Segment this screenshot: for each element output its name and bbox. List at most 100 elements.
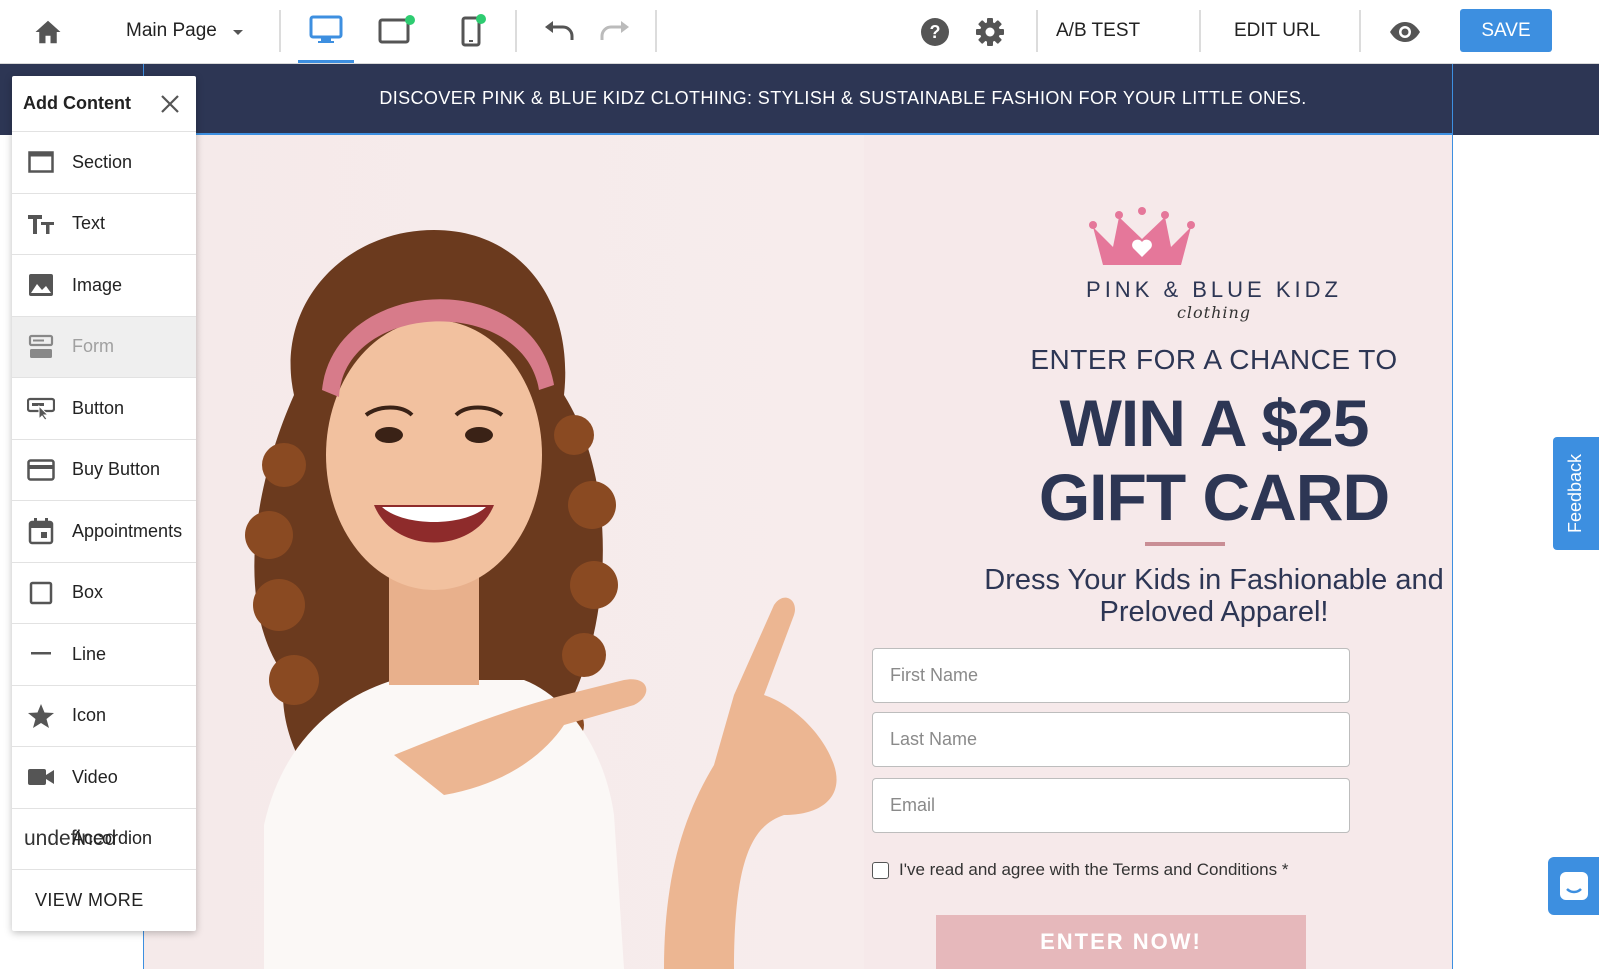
close-icon [161, 95, 179, 113]
tablet-view-button[interactable] [368, 10, 424, 50]
button-icon [27, 398, 55, 421]
panel-item-label: Text [72, 213, 106, 234]
redo-icon [600, 21, 629, 40]
brand-tagline: clothing [1176, 303, 1252, 322]
add-box-item[interactable]: Box [12, 563, 196, 624]
last-name-field[interactable]: Last Name [872, 712, 1350, 767]
toolbar-divider [1036, 10, 1038, 52]
landing-page[interactable]: DISCOVER PINK & BLUE KIDZ CLOTHING: STYL… [143, 64, 1453, 969]
add-section-item[interactable]: Section [12, 132, 196, 194]
panel-item-label: Video [72, 766, 118, 787]
eye-icon [1390, 22, 1420, 42]
panel-header: Add Content [12, 76, 196, 132]
feedback-label: Feedback [1565, 453, 1586, 534]
panel-item-label: Icon [72, 705, 107, 726]
text-icon [28, 214, 54, 234]
panel-item-label: Box [72, 582, 104, 603]
headline-line-1: WIN A $25 [1059, 386, 1370, 460]
panel-item-label: Appointments [72, 520, 183, 541]
announcement-banner[interactable]: DISCOVER PINK & BLUE KIDZ CLOTHING: STYL… [144, 64, 1452, 135]
buy-button-icon [27, 459, 55, 481]
headline-divider [1145, 542, 1225, 546]
panel-item-label: Accordion [72, 828, 153, 849]
headline-line-2: GIFT CARD [1038, 460, 1390, 534]
add-accordion-item[interactable]: undefined Accordion [12, 809, 196, 870]
undo-icon [545, 21, 574, 40]
crown-logo-icon [1089, 207, 1195, 265]
email-field[interactable]: Email [872, 778, 1350, 833]
first-name-field[interactable]: First Name [872, 648, 1350, 703]
terms-checkbox-row[interactable]: I've read and agree with the Terms and C… [872, 860, 1288, 880]
toolbar-divider [279, 10, 281, 52]
view-more-button[interactable]: VIEW MORE [12, 870, 196, 931]
settings-button[interactable] [970, 12, 1010, 52]
add-buy-button-item[interactable]: Buy Button [12, 440, 196, 501]
brand-name: PINK & BLUE KIDZ [1086, 277, 1342, 302]
chat-icon [1559, 872, 1588, 900]
banner-text: DISCOVER PINK & BLUE KIDZ CLOTHING: STYL… [379, 88, 1307, 108]
toolbar-divider [1199, 10, 1201, 52]
add-content-panel: Add Content Section Text Image Form Butt… [12, 76, 196, 931]
svg-text:?: ? [930, 22, 941, 42]
terms-checkbox[interactable] [872, 861, 889, 879]
panel-item-label: Buy Button [72, 459, 161, 480]
video-icon [28, 769, 54, 786]
add-button-item[interactable]: Button [12, 378, 196, 440]
tablet-icon [378, 15, 415, 44]
chevron-down-icon [232, 30, 243, 35]
enter-now-button[interactable]: ENTER NOW! [936, 915, 1306, 969]
add-form-item[interactable]: Form [12, 316, 196, 378]
chat-button[interactable] [1548, 857, 1599, 915]
girl-pointing-image [245, 230, 837, 969]
gear-icon [976, 18, 1004, 46]
page-selector[interactable]: Main Page [126, 14, 243, 48]
star-icon [28, 703, 54, 728]
add-video-item[interactable]: Video [12, 747, 196, 809]
add-appointments-item[interactable]: Appointments [12, 501, 196, 563]
save-button[interactable]: SAVE [1460, 9, 1552, 52]
add-text-item[interactable]: Text [12, 194, 196, 255]
home-icon [35, 20, 61, 44]
line-icon [31, 652, 51, 655]
close-panel-button[interactable] [156, 90, 184, 118]
panel-item-label: Section [72, 151, 133, 172]
ab-test-button[interactable]: A/B TEST [1056, 14, 1140, 48]
feedback-tab[interactable]: Feedback [1553, 437, 1599, 550]
image-icon [29, 274, 53, 297]
page-selector-label: Main Page [126, 20, 217, 41]
active-device-indicator [298, 60, 354, 63]
headline: WIN A $25 GIFT CARD [934, 386, 1452, 534]
desktop-view-button[interactable] [298, 10, 354, 50]
home-button[interactable] [28, 12, 68, 52]
redo-button[interactable] [592, 12, 638, 52]
hero-image[interactable] [144, 135, 864, 969]
headline-intro: ENTER FOR A CHANCE TO [1030, 344, 1398, 375]
mobile-view-button[interactable] [442, 10, 498, 50]
box-icon [29, 581, 53, 604]
help-icon: ? [921, 18, 949, 46]
toolbar-divider [655, 10, 657, 52]
undo-button[interactable] [536, 12, 582, 52]
calendar-icon [28, 518, 54, 545]
banner-extension-right [1453, 64, 1599, 135]
panel-title: Add Content [23, 93, 131, 113]
panel-item-label: Image [72, 274, 123, 295]
form-icon [28, 334, 54, 358]
editor-canvas: DISCOVER PINK & BLUE KIDZ CLOTHING: STYL… [0, 64, 1599, 969]
terms-label: I've read and agree with the Terms and C… [899, 860, 1289, 879]
toolbar-divider [515, 10, 517, 52]
edit-url-button[interactable]: EDIT URL [1234, 14, 1320, 48]
panel-item-label: Button [72, 397, 125, 418]
help-button[interactable]: ? [915, 12, 955, 52]
add-icon-item[interactable]: Icon [12, 686, 196, 747]
preview-button[interactable] [1385, 12, 1425, 52]
panel-item-label: Line [72, 643, 107, 664]
add-line-item[interactable]: Line [12, 624, 196, 686]
editor-toolbar: Main Page ? A/B TEST EDIT URL SAVE [0, 0, 1599, 64]
subheadline: Dress Your Kids in Fashionable and Prelo… [984, 564, 1444, 628]
desktop-icon [309, 15, 343, 43]
mobile-icon [461, 14, 486, 47]
add-image-item[interactable]: Image [12, 255, 196, 317]
panel-item-label: Form [72, 336, 114, 357]
section-icon [28, 151, 54, 173]
